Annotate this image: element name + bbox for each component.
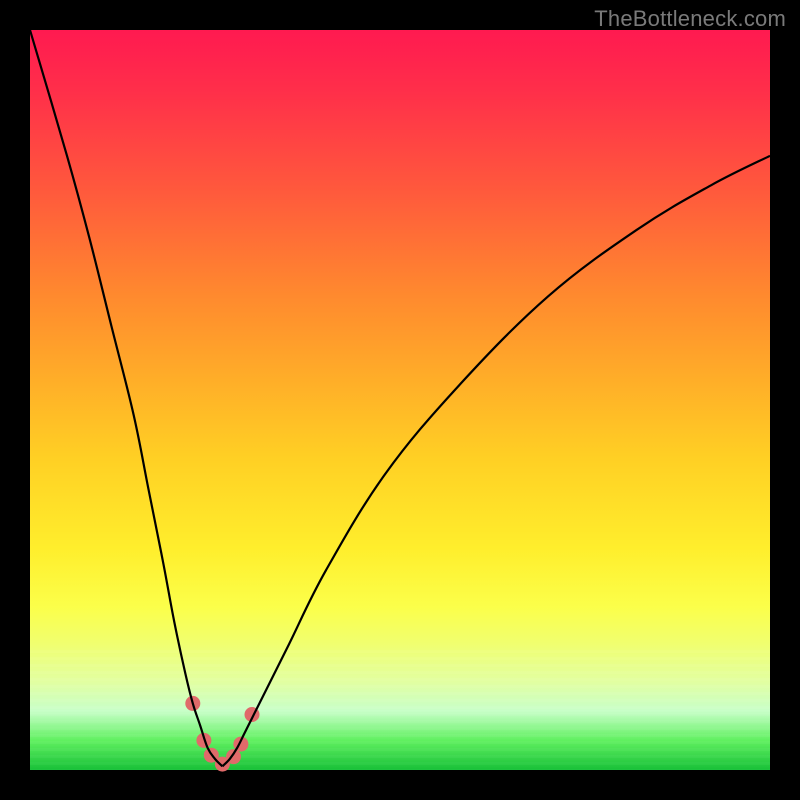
watermark-text: TheBottleneck.com — [594, 6, 786, 32]
curve-layer — [30, 30, 770, 770]
bottleneck-markers — [185, 696, 259, 772]
curve-left-branch — [30, 30, 222, 766]
plot-area — [30, 30, 770, 770]
curve-right-branch — [222, 156, 770, 767]
chart-frame: TheBottleneck.com — [0, 0, 800, 800]
